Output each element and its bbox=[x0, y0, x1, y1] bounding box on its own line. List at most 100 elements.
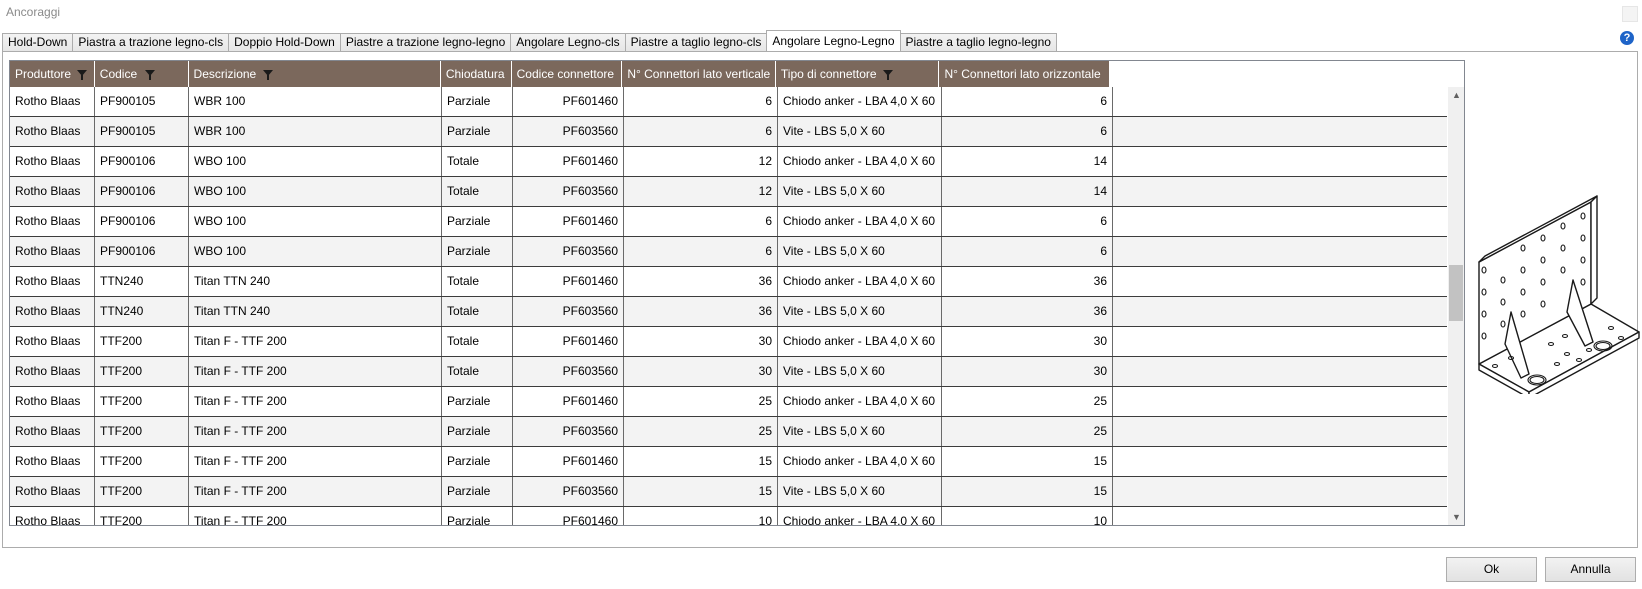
column-header[interactable]: Codice connettore bbox=[512, 61, 623, 87]
table-row[interactable]: Rotho Blaas TTF200 Titan F - TTF 200 Parzia… bbox=[10, 507, 1447, 525]
tab-piastra-a-trazione-legno-cls[interactable]: Piastra a trazione legno-cls bbox=[72, 33, 230, 51]
table-cell: Rotho Blaas bbox=[10, 147, 95, 176]
table-cell: Chiodo anker - LBA 4,0 X 60 bbox=[778, 207, 942, 236]
table-cell: TTF200 bbox=[95, 357, 189, 386]
table-row[interactable]: Rotho Blaas TTF200 Titan F - TTF 200 Totale… bbox=[10, 327, 1447, 357]
table-cell: WBO 100 bbox=[189, 207, 442, 236]
column-header[interactable]: Tipo di connettore bbox=[776, 61, 940, 87]
table-cell-filler bbox=[1113, 507, 1447, 525]
table-cell: 6 bbox=[624, 117, 778, 146]
table-row[interactable]: Rotho Blaas PF900106 WBO 100 Parziale PF6014… bbox=[10, 207, 1447, 237]
table-cell: 14 bbox=[942, 177, 1113, 206]
table-row[interactable]: Rotho Blaas TTN240 Titan TTN 240 Totale PF60… bbox=[10, 267, 1447, 297]
table-cell: PF601460 bbox=[513, 387, 624, 416]
filter-icon[interactable] bbox=[77, 70, 87, 80]
table-row[interactable]: Rotho Blaas TTF200 Titan F - TTF 200 Totale… bbox=[10, 357, 1447, 387]
table-cell: Parziale bbox=[442, 477, 513, 506]
table-cell: Titan F - TTF 200 bbox=[189, 447, 442, 476]
table-cell: Totale bbox=[442, 177, 513, 206]
table-cell: Totale bbox=[442, 267, 513, 296]
table-cell: TTN240 bbox=[95, 267, 189, 296]
table-cell: TTF200 bbox=[95, 507, 189, 525]
table-cell: Chiodo anker - LBA 4,0 X 60 bbox=[778, 507, 942, 525]
maximize-button[interactable] bbox=[1622, 6, 1638, 22]
table-row[interactable]: Rotho Blaas PF900106 WBO 100 Totale PF603560… bbox=[10, 177, 1447, 207]
table-cell: Vite - LBS 5,0 X 60 bbox=[778, 117, 942, 146]
tab-piastre-a-taglio-legno-legno[interactable]: Piastre a taglio legno-legno bbox=[899, 33, 1057, 51]
column-header[interactable]: Chiodatura bbox=[441, 61, 512, 87]
table-cell: Totale bbox=[442, 297, 513, 326]
help-icon[interactable]: ? bbox=[1620, 31, 1634, 45]
tab-angolare-legno-legno[interactable]: Angolare Legno-Legno bbox=[766, 30, 901, 51]
column-header-label: N° Connettori lato orizzontale bbox=[944, 67, 1101, 81]
table-cell: Rotho Blaas bbox=[10, 387, 95, 416]
table-row[interactable]: Rotho Blaas PF900105 WBR 100 Parziale PF6035… bbox=[10, 117, 1447, 147]
table-row[interactable]: Rotho Blaas PF900106 WBO 100 Totale PF601460… bbox=[10, 147, 1447, 177]
table-cell: WBR 100 bbox=[189, 87, 442, 116]
table-cell-filler bbox=[1113, 327, 1447, 356]
vertical-scrollbar[interactable]: ▲ ▼ bbox=[1448, 87, 1464, 525]
table-row[interactable]: Rotho Blaas TTF200 Titan F - TTF 200 Parzia… bbox=[10, 447, 1447, 477]
table-cell: PF603560 bbox=[513, 417, 624, 446]
filter-icon[interactable] bbox=[144, 70, 155, 80]
tab-doppio-hold-down[interactable]: Doppio Hold-Down bbox=[228, 33, 341, 51]
cancel-button[interactable]: Annulla bbox=[1545, 557, 1636, 582]
table-cell: 15 bbox=[942, 447, 1113, 476]
table-cell: 30 bbox=[624, 357, 778, 386]
table-row[interactable]: Rotho Blaas TTF200 Titan F - TTF 200 Parzia… bbox=[10, 417, 1447, 447]
table-row[interactable]: Rotho Blaas PF900106 WBO 100 Parziale PF6035… bbox=[10, 237, 1447, 267]
table-row[interactable]: Rotho Blaas TTN240 Titan TTN 240 Totale PF60… bbox=[10, 297, 1447, 327]
table-cell: PF900105 bbox=[95, 117, 189, 146]
table-row[interactable]: Rotho Blaas TTF200 Titan F - TTF 200 Parzia… bbox=[10, 477, 1447, 507]
table-cell: PF900106 bbox=[95, 237, 189, 266]
table-cell: TTF200 bbox=[95, 447, 189, 476]
tab-piastre-a-trazione-legno-legno[interactable]: Piastre a trazione legno-legno bbox=[339, 33, 512, 51]
table-cell: Vite - LBS 5,0 X 60 bbox=[778, 177, 942, 206]
column-header[interactable]: Descrizione bbox=[189, 61, 441, 87]
filter-icon[interactable] bbox=[882, 70, 893, 80]
column-header-label: Tipo di connettore bbox=[780, 67, 877, 81]
table-cell: 25 bbox=[942, 387, 1113, 416]
ok-button[interactable]: Ok bbox=[1446, 557, 1537, 582]
column-header[interactable]: N° Connettori lato orizzontale bbox=[939, 61, 1110, 87]
column-header[interactable]: Codice bbox=[95, 61, 189, 87]
tab-hold-down[interactable]: Hold-Down bbox=[2, 33, 74, 51]
table-cell: Parziale bbox=[442, 117, 513, 146]
table-cell-filler bbox=[1113, 177, 1447, 206]
table-cell: TTF200 bbox=[95, 327, 189, 356]
table-cell-filler bbox=[1113, 297, 1447, 326]
table-cell: Rotho Blaas bbox=[10, 357, 95, 386]
table-cell: Titan F - TTF 200 bbox=[189, 327, 442, 356]
table-cell: 6 bbox=[624, 207, 778, 236]
filter-icon[interactable] bbox=[262, 70, 273, 80]
table-cell: Parziale bbox=[442, 87, 513, 116]
table-row[interactable]: Rotho Blaas TTF200 Titan F - TTF 200 Parzia… bbox=[10, 387, 1447, 417]
table-cell: 25 bbox=[624, 417, 778, 446]
table-cell: Totale bbox=[442, 147, 513, 176]
table-cell-filler bbox=[1113, 417, 1447, 446]
tab-piastre-a-taglio-legno-cls[interactable]: Piastre a taglio legno-cls bbox=[624, 33, 768, 51]
column-header[interactable]: Produttore bbox=[10, 61, 95, 87]
table-cell: Vite - LBS 5,0 X 60 bbox=[778, 477, 942, 506]
table-cell: 12 bbox=[624, 177, 778, 206]
scroll-up-icon[interactable]: ▲ bbox=[1452, 91, 1461, 100]
table-cell: Parziale bbox=[442, 417, 513, 446]
table-cell: TTN240 bbox=[95, 297, 189, 326]
table-cell: Parziale bbox=[442, 507, 513, 525]
column-header[interactable]: N° Connettori lato verticale bbox=[622, 61, 776, 87]
table-cell: 25 bbox=[624, 387, 778, 416]
table-row[interactable]: Rotho Blaas PF900105 WBR 100 Parziale PF6014… bbox=[10, 87, 1447, 117]
scroll-down-icon[interactable]: ▼ bbox=[1452, 513, 1461, 522]
table-cell: Rotho Blaas bbox=[10, 267, 95, 296]
table-cell: Rotho Blaas bbox=[10, 327, 95, 356]
table-cell: PF900106 bbox=[95, 177, 189, 206]
table-cell: Vite - LBS 5,0 X 60 bbox=[778, 417, 942, 446]
tab-angolare-legno-cls[interactable]: Angolare Legno-cls bbox=[510, 33, 626, 51]
column-header-label: Codice bbox=[99, 67, 138, 81]
scroll-thumb[interactable] bbox=[1449, 265, 1463, 321]
table-cell: TTF200 bbox=[95, 417, 189, 446]
table-cell: 15 bbox=[624, 447, 778, 476]
table-cell: PF601460 bbox=[513, 507, 624, 525]
table-cell: TTF200 bbox=[95, 477, 189, 506]
table-cell: Chiodo anker - LBA 4,0 X 60 bbox=[778, 147, 942, 176]
